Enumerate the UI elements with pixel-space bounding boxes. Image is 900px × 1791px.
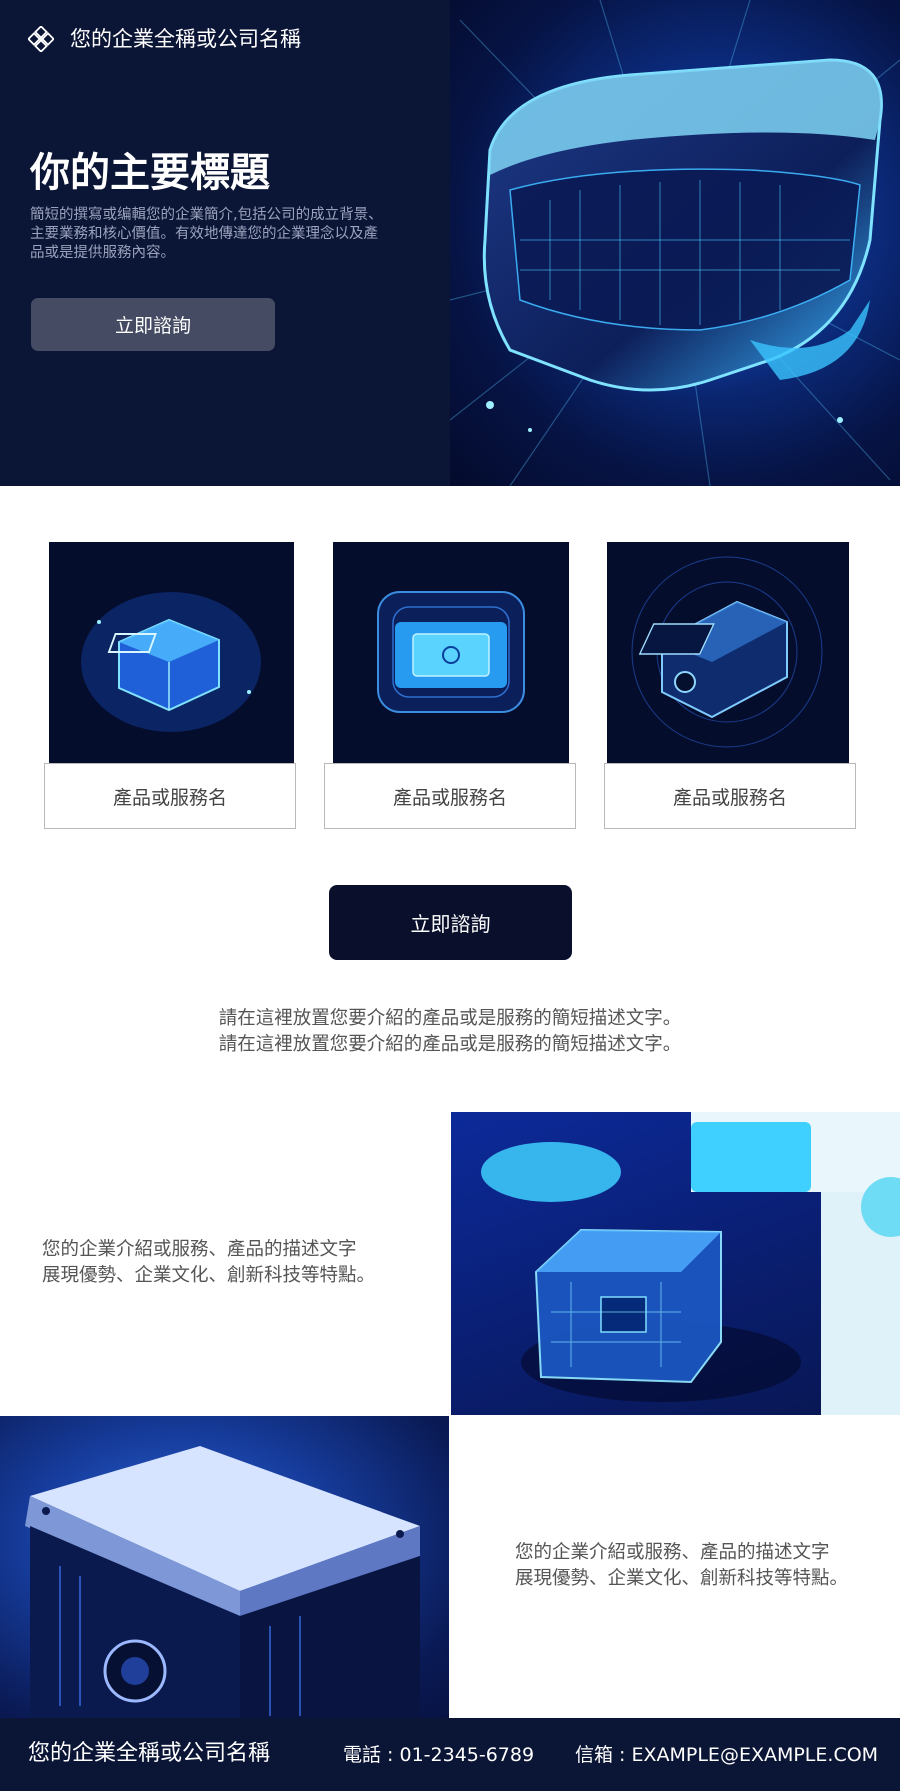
intro-line: 請在這裡放置您要介紹的產品或是服務的簡短描述文字。 (218, 1008, 682, 1029)
feature-line: 展現優勢、企業文化、創新科技等特點。 (515, 1568, 849, 1589)
glowing-square-chip-image (377, 591, 525, 713)
product-card-3[interactable]: 產品或服務名 (604, 763, 856, 829)
product-name: 產品或服務名 (672, 786, 787, 809)
company-name: 您的企業全稱或公司名稱 (70, 27, 301, 51)
diamond-knot-icon (28, 26, 54, 52)
feature-2-text: 您的企業介紹或服務、產品的描述文字 展現優勢、企業文化、創新科技等特點。 (515, 1540, 848, 1592)
feature-line: 展現優勢、企業文化、創新科技等特點。 (42, 1265, 376, 1286)
page-title: 你的主要標題 (30, 150, 270, 196)
camera-module-image (631, 556, 823, 748)
products-intro: 請在這裡放置您要介紹的產品或是服務的簡短描述文字。 請在這裡放置您要介紹的產品或… (100, 1006, 800, 1058)
product-image-3 (607, 542, 849, 764)
glowing-cube-chip-image (81, 592, 261, 732)
footer-company-name: 您的企業全稱或公司名稱 (28, 1741, 271, 1766)
consult-button-secondary[interactable]: 立即諮詢 (329, 885, 572, 960)
product-image-1 (49, 542, 294, 764)
product-card-2[interactable]: 產品或服務名 (324, 763, 576, 829)
footer-email[interactable]: 信箱 : EXAMPLE@EXAMPLE.COM (575, 1738, 878, 1772)
product-name: 產品或服務名 (392, 786, 507, 809)
consult-button[interactable]: 立即諮詢 (31, 298, 275, 351)
product-name: 產品或服務名 (112, 786, 227, 809)
transparent-circuit-box-image (451, 1112, 900, 1415)
hero-description: 簡短的撰寫或编輯您的企業簡介,包括公司的成立背景、主要業務和核心價值。有效地傳達… (30, 207, 383, 261)
feature-line: 您的企業介紹或服務、產品的描述文字 (42, 1239, 357, 1260)
intro-line: 請在這裡放置您要介紹的產品或是服務的簡短描述文字。 (218, 1034, 682, 1055)
product-image-2 (333, 542, 569, 764)
vr-headset-image (450, 0, 900, 486)
feature-line: 您的企業介紹或服務、產品的描述文字 (515, 1542, 830, 1563)
projector-device-image (0, 1416, 449, 1718)
product-card-1[interactable]: 產品或服務名 (44, 763, 296, 829)
feature-1-text: 您的企業介紹或服務、產品的描述文字 展現優勢、企業文化、創新科技等特點。 (42, 1237, 375, 1289)
footer-phone[interactable]: 電話 : 01-2345-6789 (343, 1738, 534, 1772)
hero-section: 您的企業全稱或公司名稱 你的主要標題 簡短的撰寫或编輯您的企業簡介,包括公司的成… (0, 0, 900, 486)
